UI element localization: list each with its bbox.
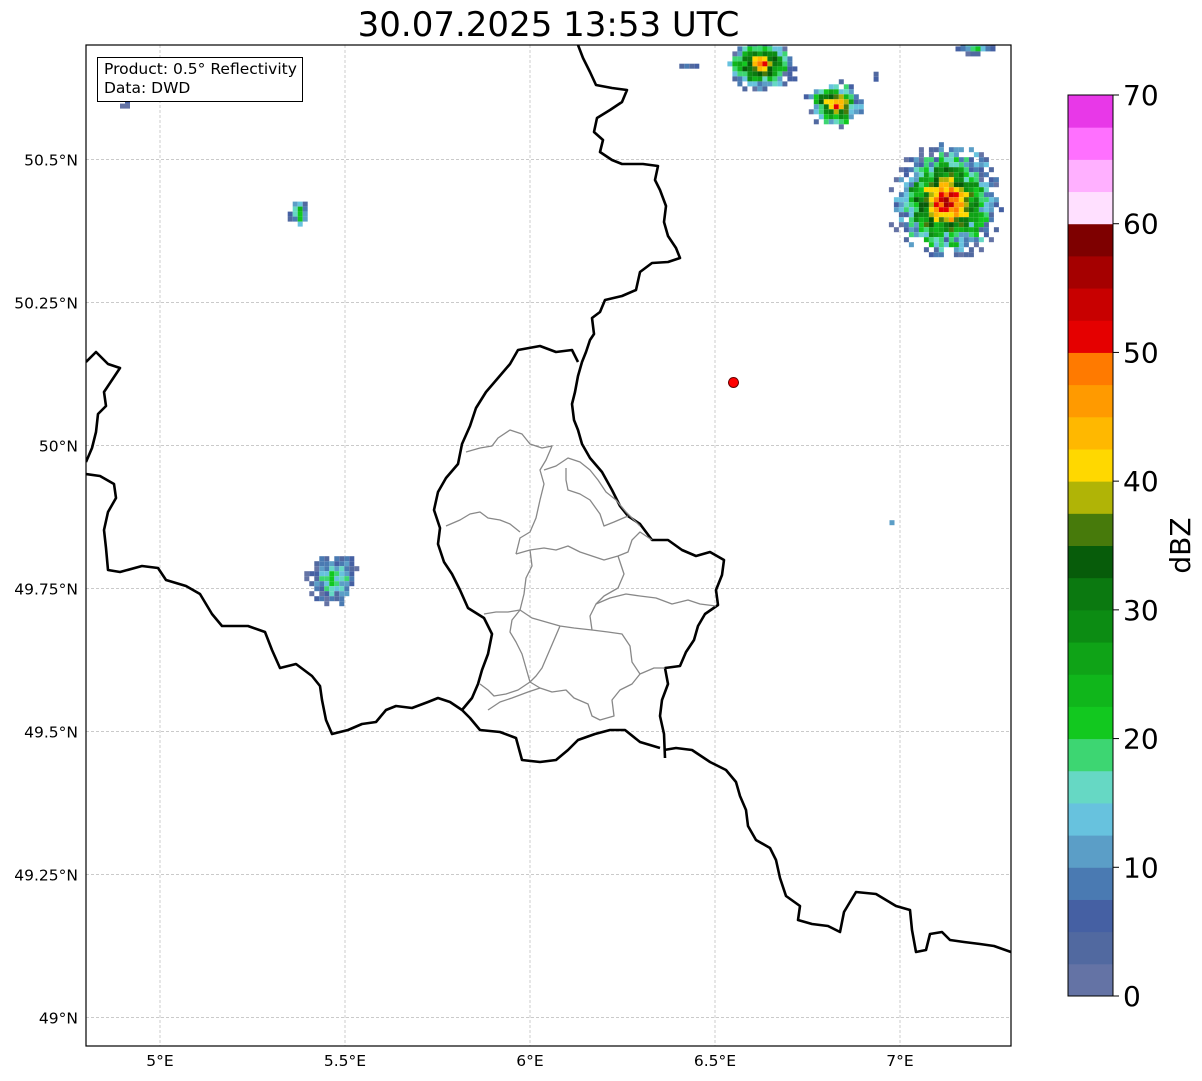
map-background (86, 45, 1011, 1046)
product-label: Product: 0.5° Reflectivity (104, 60, 297, 78)
colorbar-segment (1068, 770, 1113, 804)
colorbar-segment (1068, 481, 1113, 514)
colorbar-tick-label: 40 (1123, 465, 1159, 498)
colorbar-segment (1068, 320, 1113, 353)
colorbar-tick-label: 10 (1123, 851, 1159, 884)
colorbar-segment (1068, 223, 1113, 257)
colorbar-tick-label: 0 (1123, 980, 1141, 1013)
colorbar-segment (1068, 706, 1113, 740)
colorbar-segment (1068, 513, 1113, 546)
lat-tick-label: 50.5°N (24, 151, 78, 169)
colorbar-segment (1068, 416, 1113, 450)
echo-top-speck (679, 63, 700, 69)
station-marker (728, 376, 739, 388)
lat-tick-label: 50.25°N (14, 294, 78, 312)
colorbar-segment (1068, 545, 1113, 579)
data-source-label: Data: DWD (104, 79, 191, 97)
colorbar-segment (1068, 931, 1113, 965)
lon-tick-label: 6°E (516, 1052, 543, 1070)
colorbar-segment (1068, 127, 1113, 160)
colorbar-tick-label: 20 (1123, 723, 1159, 756)
lat-tick-label: 50°N (39, 437, 78, 455)
colorbar-segment (1068, 159, 1113, 193)
map-canvas: 5°E 5.5°E 6°E 6.5°E 7°E 49°N 49.25°N 49.5°N 49.7… (14, 44, 1197, 1070)
colorbar-tick-label: 60 (1123, 208, 1159, 241)
lon-tick-label: 6.5°E (694, 1052, 736, 1070)
colorbar-segment (1068, 835, 1113, 868)
colorbar-segment (1068, 674, 1113, 707)
echo-ne-speck (873, 71, 879, 82)
colorbar-segment (1068, 95, 1113, 128)
lat-tick-label: 49.25°N (14, 866, 78, 884)
lon-tick-label: 5°E (146, 1052, 173, 1070)
colorbar-tick-label: 50 (1123, 336, 1159, 369)
echo-east-small-echo (889, 520, 895, 526)
colorbar-segment (1068, 963, 1113, 997)
colorbar-segment (1068, 255, 1113, 289)
colorbar-segment (1068, 867, 1113, 900)
colorbar-segment (1068, 352, 1113, 386)
colorbar-segment (1068, 448, 1113, 482)
radar-figure: 30.07.2025 13:53 UTC 5°E 5.5°E 6°E 6.5°E… (0, 0, 1202, 1081)
colorbar-segment (1068, 191, 1113, 225)
colorbar-tick-label: 30 (1123, 594, 1159, 627)
lat-tick-label: 49.5°N (24, 723, 78, 741)
lon-tick-label: 7°E (886, 1052, 913, 1070)
lat-tick-label: 49.75°N (14, 580, 78, 598)
station-marker-layer (728, 376, 739, 388)
colorbar-label: dBZ (1164, 517, 1197, 573)
info-box: Product: 0.5° Reflectivity Data: DWD (97, 57, 303, 102)
colorbar-segment (1068, 899, 1113, 933)
colorbar-segment (1068, 738, 1113, 772)
colorbar-segment (1068, 802, 1113, 836)
colorbar-segment (1068, 384, 1113, 418)
colorbar-segment (1068, 577, 1113, 611)
colorbar-segment (1068, 642, 1113, 675)
lon-tick-label: 5.5°E (324, 1052, 366, 1070)
colorbar-tick-label: 70 (1123, 79, 1159, 112)
colorbar: 0 10 20 30 40 50 60 70 dBZ (1067, 79, 1197, 1013)
colorbar-segment (1068, 288, 1113, 321)
lat-tick-label: 49°N (39, 1009, 78, 1027)
colorbar-segment (1068, 609, 1113, 643)
